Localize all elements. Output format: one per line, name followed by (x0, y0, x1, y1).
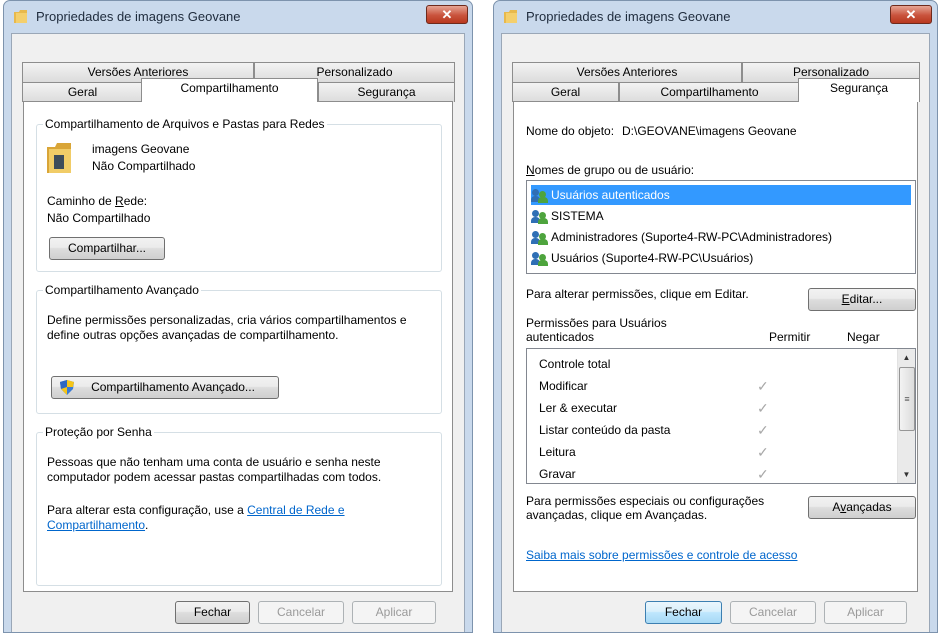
close-window-button[interactable]: ✕ (890, 5, 932, 24)
users-icon (531, 188, 549, 203)
permission-row: Controle total (539, 357, 611, 371)
network-sharing-legend: Compartilhamento de Arquivos e Pastas pa… (43, 117, 327, 131)
properties-window-sharing: Propriedades de imagens Geovane ✕ Versõe… (3, 0, 473, 633)
group-item[interactable]: SISTEMA (531, 206, 911, 226)
users-icon (531, 251, 549, 266)
users-icon (531, 230, 549, 245)
permissions-list: Controle total Modificar ✓ Ler & executa… (526, 348, 916, 484)
permission-row: Listar conteúdo da pasta (539, 423, 671, 437)
advanced-sharing-group: Compartilhamento Avançado Define permiss… (36, 283, 442, 414)
allow-check: ✓ (757, 378, 769, 394)
users-icon (531, 209, 549, 224)
dialog-client: Versões Anteriores Personalizado Geral C… (11, 33, 465, 632)
permissions-header: Permissões para Usuários autenticados (526, 316, 667, 344)
apply-button[interactable]: Aplicar (352, 601, 436, 624)
cancel-button[interactable]: Cancelar (258, 601, 344, 624)
close-button[interactable]: Fechar (645, 601, 722, 624)
group-item[interactable]: Usuários (Suporte4-RW-PC\Usuários) (531, 248, 911, 268)
close-button[interactable]: Fechar (175, 601, 250, 624)
advanced-sharing-description: Define permissões personalizadas, cria v… (47, 313, 407, 342)
tab-security[interactable]: Segurança (798, 78, 920, 102)
folder-share-status: Não Compartilhado (92, 159, 196, 173)
object-name-value: D:\GEOVANE\imagens Geovane (622, 124, 797, 138)
title-bar[interactable]: Propriedades de imagens Geovane ✕ (4, 1, 472, 31)
scroll-up-arrow-icon[interactable]: ▲ (898, 349, 915, 366)
uac-shield-icon (60, 380, 74, 395)
allow-check: ✓ (757, 444, 769, 460)
password-protection-description: Pessoas que não tenham uma conta de usuá… (47, 455, 382, 484)
permission-row: Leitura (539, 445, 576, 459)
allow-column-header: Permitir (769, 330, 811, 344)
folder-icon (14, 10, 27, 23)
close-window-button[interactable]: ✕ (426, 5, 468, 24)
apply-button[interactable]: Aplicar (824, 601, 907, 624)
sharing-tab-panel: Compartilhamento de Arquivos e Pastas pa… (23, 101, 453, 592)
advanced-sharing-button[interactable]: Compartilhamento Avançado... (51, 376, 279, 399)
special-permissions-hint: Para permissões especiais ou configuraçõ… (526, 494, 765, 522)
security-tab-panel: Nome do objeto: D:\GEOVANE\imagens Geova… (513, 101, 918, 592)
allow-check: ✓ (757, 422, 769, 438)
password-protection-group: Proteção por Senha Pessoas que não tenha… (36, 425, 442, 586)
tab-sharing[interactable]: Compartilhamento (141, 78, 318, 102)
share-button[interactable]: Compartilhar... (49, 237, 165, 260)
folder-icon (504, 10, 517, 23)
group-item[interactable]: Usuários autenticados (531, 185, 911, 205)
network-path-label: Caminho de Rede: (47, 194, 148, 208)
permission-row: Ler & executar (539, 401, 618, 415)
tab-security[interactable]: Segurança (318, 82, 455, 102)
permission-row: Modificar (539, 379, 588, 393)
edit-button[interactable]: Editar... (808, 288, 916, 311)
password-change-text: Para alterar esta configuração, use a Ce… (47, 503, 345, 532)
properties-window-security: Propriedades de imagens Geovane ✕ Versõe… (493, 0, 938, 633)
learn-more-link[interactable]: Saiba mais sobre permissões e controle d… (526, 548, 797, 563)
scroll-down-arrow-icon[interactable]: ▼ (898, 466, 915, 483)
edit-hint: Para alterar permissões, clique em Edita… (526, 287, 749, 301)
groups-label: Nomes de grupo ou de usuário: (526, 163, 695, 177)
password-protection-legend: Proteção por Senha (43, 425, 154, 439)
allow-check: ✓ (757, 400, 769, 416)
scroll-thumb[interactable]: ≡ (899, 367, 915, 431)
cancel-button[interactable]: Cancelar (730, 601, 816, 624)
network-sharing-group: Compartilhamento de Arquivos e Pastas pa… (36, 117, 442, 272)
permissions-scrollbar[interactable]: ▲ ≡ ▼ (897, 349, 915, 483)
window-title: Propriedades de imagens Geovane (526, 9, 731, 24)
deny-column-header: Negar (847, 330, 880, 344)
object-name-label: Nome do objeto: (526, 124, 615, 138)
advanced-sharing-legend: Compartilhamento Avançado (43, 283, 201, 297)
window-title: Propriedades de imagens Geovane (36, 9, 241, 24)
title-bar[interactable]: Propriedades de imagens Geovane ✕ (494, 1, 937, 31)
permission-row: Gravar (539, 467, 576, 481)
network-path-value: Não Compartilhado (47, 211, 151, 225)
tab-general[interactable]: Geral (512, 82, 619, 102)
advanced-button[interactable]: Avançadas (808, 496, 916, 519)
groups-list[interactable]: Usuários autenticados SISTEMA Administra… (526, 180, 916, 274)
group-item[interactable]: Administradores (Suporte4-RW-PC\Administ… (531, 227, 911, 247)
dialog-client: Versões Anteriores Personalizado Geral C… (501, 33, 930, 632)
tab-general[interactable]: Geral (22, 82, 143, 102)
tab-sharing[interactable]: Compartilhamento (619, 82, 800, 102)
folder-name: imagens Geovane (92, 142, 190, 156)
tab-previous-versions[interactable]: Versões Anteriores (512, 62, 742, 82)
folder-large-icon (47, 143, 71, 173)
allow-check: ✓ (757, 466, 769, 482)
